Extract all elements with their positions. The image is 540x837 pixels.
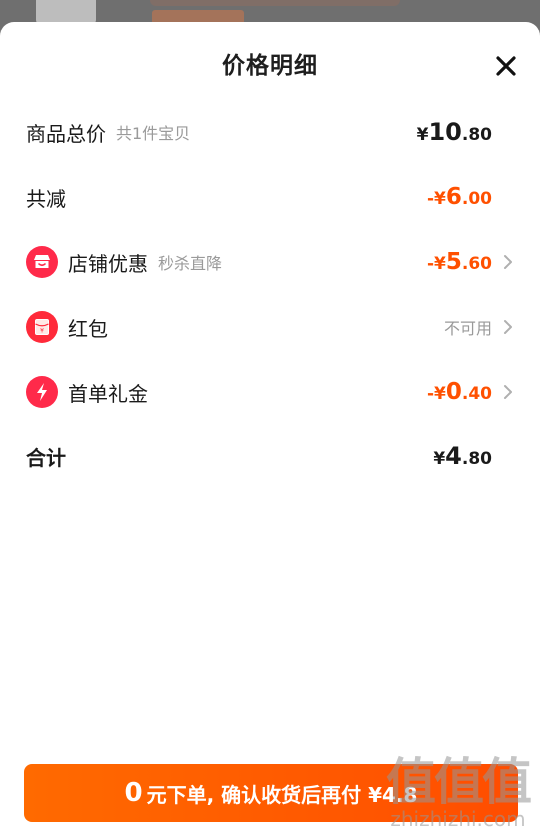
row-red-packet[interactable]: ¥ 红包 不可用 bbox=[0, 307, 540, 347]
close-icon[interactable] bbox=[492, 52, 520, 80]
watermark: 值值值 zhizhizhi.com bbox=[386, 753, 532, 831]
watermark-logo: 值值值 bbox=[386, 753, 532, 811]
svg-text:¥: ¥ bbox=[40, 328, 44, 335]
total-reduction-amount: -¥ 6.00 bbox=[426, 184, 492, 210]
chevron-right-icon[interactable] bbox=[502, 254, 514, 270]
sheet-title: 价格明细 bbox=[222, 53, 318, 79]
row-grand-total: 合计 ¥4.80 bbox=[0, 436, 540, 476]
red-envelope-icon: ¥ bbox=[26, 311, 58, 343]
goods-total-amount: ¥10.80 bbox=[416, 118, 492, 146]
row-total-reduction: 共减 -¥ 6.00 bbox=[0, 177, 540, 217]
shop-discount-type: 秒杀直降 bbox=[158, 254, 223, 273]
watermark-url: zhizhizhi.com bbox=[390, 807, 526, 831]
total-reduction-label: 共减 bbox=[26, 186, 66, 211]
red-packet-status: 不可用 bbox=[443, 319, 492, 338]
grand-total-amount: ¥4.80 bbox=[433, 442, 492, 470]
chevron-right-icon[interactable] bbox=[502, 384, 514, 400]
background-product-thumbnail bbox=[36, 0, 96, 24]
first-order-gift-amount: -¥ 0.40 bbox=[426, 379, 492, 405]
shop-discount-amount: -¥ 5.60 bbox=[426, 249, 492, 275]
chevron-right-icon[interactable] bbox=[502, 319, 514, 335]
place-order-label: 元下单, 确认收货后再付 ¥4.8 bbox=[146, 782, 418, 807]
order-zero-amount: 0 bbox=[124, 778, 143, 808]
row-first-order-gift[interactable]: 首单礼金 -¥ 0.40 bbox=[0, 372, 540, 412]
shop-icon bbox=[26, 246, 58, 278]
red-packet-label: 红包 bbox=[68, 316, 108, 341]
shop-discount-label: 店铺优惠 bbox=[68, 251, 148, 276]
lightning-icon bbox=[26, 376, 58, 408]
first-order-gift-label: 首单礼金 bbox=[68, 381, 148, 406]
goods-count-label: 共1件宝贝 bbox=[116, 124, 191, 143]
goods-total-label: 商品总价 bbox=[26, 121, 106, 146]
price-detail-sheet: 价格明细 商品总价 共1件宝贝 ¥10.80 共减 -¥ 6.00 店铺优惠 秒… bbox=[0, 22, 540, 837]
row-shop-discount[interactable]: 店铺优惠 秒杀直降 -¥ 5.60 bbox=[0, 242, 540, 282]
background-price-text bbox=[150, 0, 400, 6]
grand-total-label: 合计 bbox=[26, 445, 66, 470]
row-goods-total: 商品总价 共1件宝贝 ¥10.80 bbox=[0, 112, 540, 152]
